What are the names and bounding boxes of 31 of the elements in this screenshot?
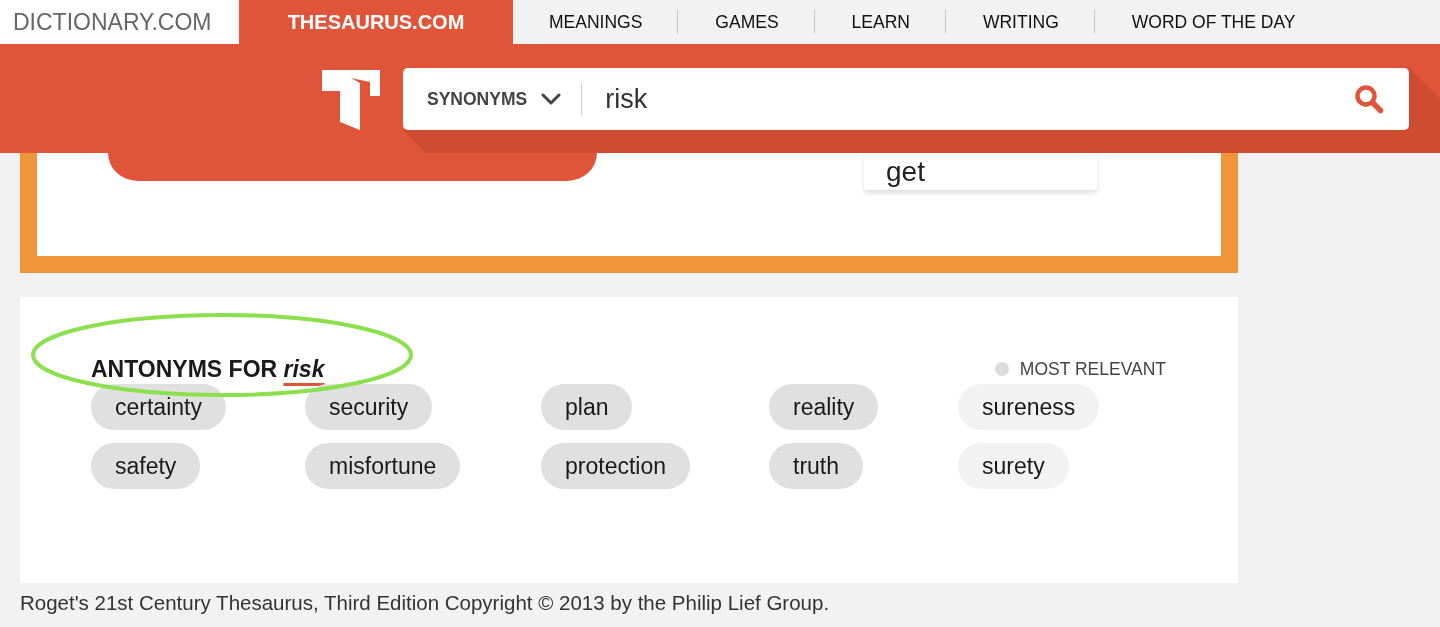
- antonym-chip[interactable]: reality: [769, 384, 879, 430]
- word-card[interactable]: get: [864, 153, 1097, 190]
- nav-link[interactable]: MEANINGS: [513, 11, 678, 33]
- legend-dot-icon: [994, 362, 1009, 376]
- nav-link[interactable]: WRITING: [945, 11, 1094, 33]
- site-tab[interactable]: THESAURUS.COM: [239, 0, 513, 44]
- search-box[interactable]: SYNONYMS risk: [403, 68, 1409, 130]
- site-tab[interactable]: DICTIONARY.COM: [0, 0, 239, 44]
- nav-link[interactable]: LEARN: [814, 11, 945, 33]
- chevron-down-icon: [541, 93, 562, 105]
- copyright-text: Roget's 21st Century Thesaurus, Third Edition Copyright © 2013 by the Philip Lief Group.: [20, 592, 830, 614]
- antonym-chip[interactable]: sureness: [958, 384, 1100, 430]
- antonym-chip[interactable]: security: [305, 384, 433, 430]
- antonym-chip[interactable]: truth: [769, 443, 864, 489]
- logo-icon[interactable]: [322, 70, 380, 130]
- featured-button[interactable]: [108, 153, 597, 181]
- nav-link[interactable]: GAMES: [678, 11, 814, 33]
- search-icon: [1354, 84, 1384, 114]
- legend-label: MOST RELEVANT: [1019, 357, 1166, 381]
- antonym-chip[interactable]: safety: [91, 443, 201, 489]
- search-type-dropdown[interactable]: SYNONYMS: [427, 85, 562, 113]
- nav-link[interactable]: WORD OF THE DAY: [1094, 11, 1331, 33]
- card-word: get: [886, 155, 925, 188]
- antonym-chip[interactable]: protection: [541, 443, 690, 489]
- search-button[interactable]: [1354, 84, 1384, 114]
- antonym-chip[interactable]: misfortune: [305, 443, 461, 489]
- antonyms-heading: ANTONYMS FOR risk: [91, 356, 325, 382]
- antonym-chip[interactable]: plan: [541, 384, 633, 430]
- antonym-chip[interactable]: surety: [958, 443, 1069, 489]
- search-field[interactable]: risk: [605, 78, 1354, 120]
- antonym-chip[interactable]: certainty: [91, 384, 226, 430]
